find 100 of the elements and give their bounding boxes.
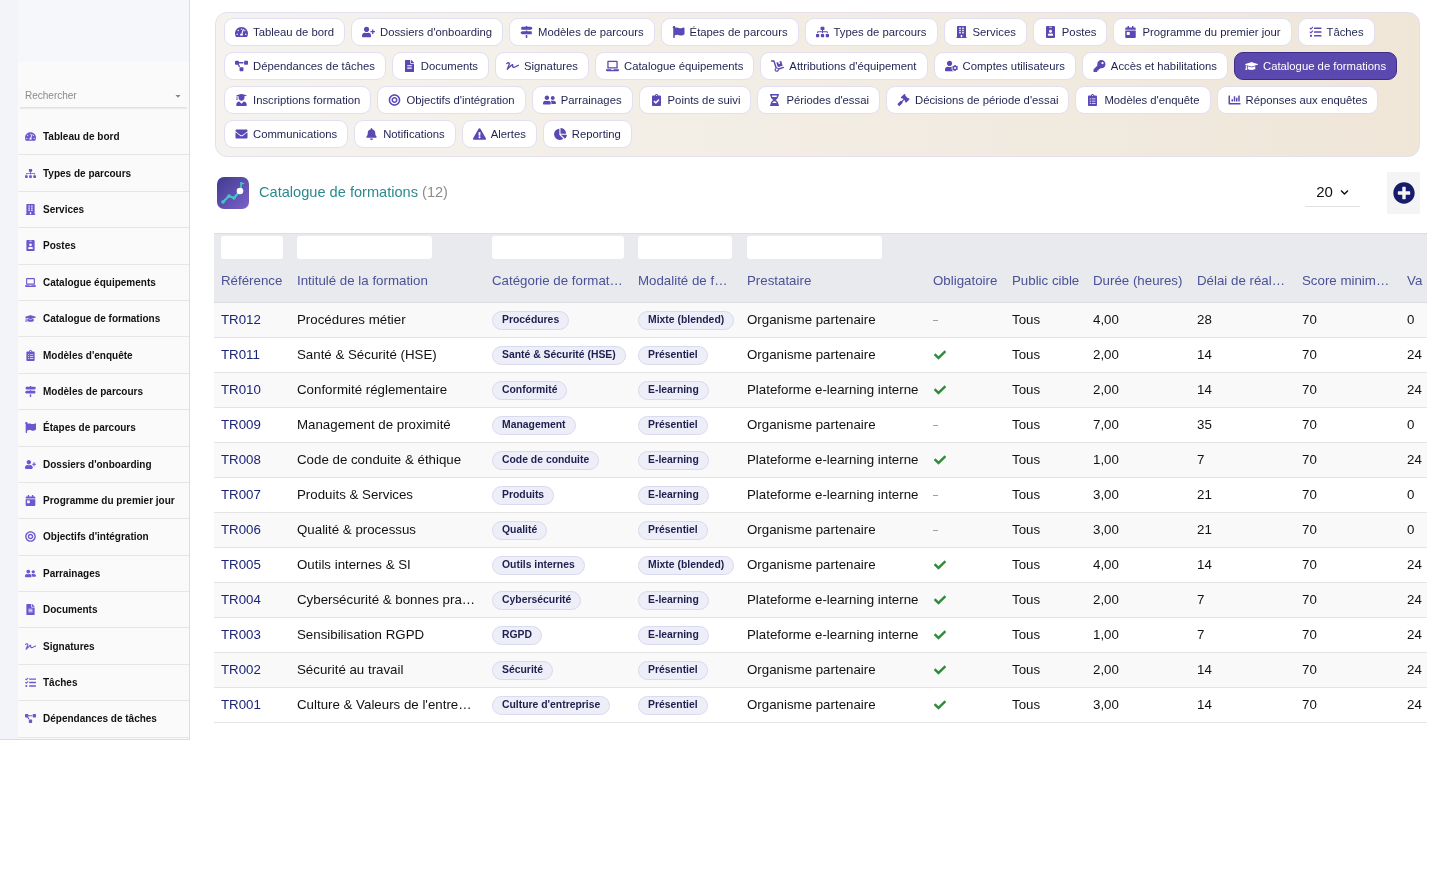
table-cell-text: Produits & Services [297, 486, 414, 505]
nav-tab[interactable]: Accès et habilitations [1081, 52, 1228, 80]
nav-tab[interactable]: Comptes utilisateurs [933, 52, 1076, 80]
table-cell-text: 2,00 [1093, 381, 1119, 400]
laptop-icon [25, 276, 36, 288]
nav-tab[interactable]: Inscriptions formation [224, 86, 372, 114]
nav-tab[interactable]: Services [943, 18, 1027, 46]
sidebar-item[interactable]: Documents [18, 592, 189, 629]
table-cell-text: 1,00 [1093, 451, 1119, 470]
nav-tab[interactable]: Modèles de parcours [509, 18, 655, 46]
search-field[interactable]: Rechercher [20, 84, 187, 108]
table-cell-text: Procédures métier [297, 311, 406, 330]
modality-tag: E-learning [638, 485, 709, 505]
sidebar-item[interactable]: Catalogue équipements [18, 264, 189, 301]
nav-tab[interactable]: Décisions de période d'essai [885, 86, 1070, 114]
add-button[interactable] [1387, 172, 1420, 214]
table-cell-text: 70 [1302, 661, 1317, 680]
sidebar-item[interactable]: Tâches [18, 664, 189, 702]
table-cell-text: Organisme partenaire [747, 416, 876, 435]
nav-tab[interactable]: Catalogue équipements [595, 52, 755, 80]
nav-tab[interactable]: Dossiers d'onboarding [351, 18, 504, 46]
modality-tag: Présentiel [638, 660, 708, 680]
nav-tab[interactable]: Documents [391, 52, 489, 80]
nav-tab[interactable]: Étapes de parcours [660, 18, 799, 46]
checklist-icon [25, 677, 36, 689]
nav-tab[interactable]: Modèles d'enquête [1075, 86, 1211, 114]
column-header[interactable]: Score minim… [1302, 270, 1390, 291]
nav-tab[interactable]: Tâches [1297, 18, 1375, 46]
reference-link[interactable]: TR012 [221, 310, 261, 330]
sidebar-item[interactable]: Modèles de parcours [18, 373, 189, 411]
table-cell-text: Qualité & processus [297, 521, 416, 540]
nav-tab[interactable]: Points de suivi [638, 86, 752, 114]
nav-tab[interactable]: Réponses aux enquêtes [1216, 86, 1379, 114]
flag-icon [25, 422, 36, 434]
sidebar-item[interactable]: Objectifs d'intégration [18, 519, 189, 556]
column-header[interactable]: Intitulé de la formation [297, 270, 428, 291]
graduation-cap-icon [1244, 60, 1258, 72]
nav-tab[interactable]: Parrainages [531, 86, 633, 114]
table-cell-text: 1,00 [1093, 626, 1119, 645]
sidebar-item[interactable]: Modèles d'enquête [18, 337, 189, 374]
signature-icon [25, 640, 36, 652]
nav-tab[interactable]: Attributions d'équipement [760, 52, 928, 80]
nav-tab[interactable]: Notifications [354, 120, 456, 148]
sidebar-item[interactable]: Programme du premier jour [18, 482, 189, 520]
nav-tab[interactable]: Programme du premier jour [1113, 18, 1292, 46]
nav-tab[interactable]: Alertes [461, 120, 537, 148]
nav-tab[interactable]: Reporting [542, 120, 632, 148]
sidebar-item[interactable]: Services [18, 191, 189, 229]
category-tag: Procédures [492, 310, 570, 330]
building-icon [954, 26, 968, 38]
nav-tab[interactable]: Communications [224, 120, 349, 148]
nav-tab[interactable]: Dépendances de tâches [224, 52, 386, 80]
page-size-select[interactable]: 20 [1305, 179, 1360, 207]
modality-tag: Mixte (blended) [638, 555, 735, 575]
document-icon [25, 604, 36, 616]
column-header[interactable]: Catégorie de format… [492, 270, 623, 291]
user-plus-icon [362, 26, 376, 38]
sidebar-item[interactable]: Signatures [18, 628, 189, 665]
graduate-icon [235, 94, 248, 106]
table-cell-text: 14 [1197, 346, 1212, 365]
reference-link[interactable]: TR006 [221, 520, 261, 540]
nav-tab[interactable]: Périodes d'essai [757, 86, 880, 114]
modality-tag: Présentiel [638, 695, 708, 715]
column-header[interactable]: Public cible [1012, 270, 1080, 291]
column-header[interactable]: Référence [221, 270, 283, 291]
reference-link[interactable]: TR005 [221, 555, 261, 575]
column-header[interactable]: Obligatoire [933, 270, 998, 291]
graduation-cap-icon [25, 313, 36, 325]
reference-link[interactable]: TR007 [221, 485, 261, 505]
column-header[interactable]: Délai de réal… [1197, 270, 1285, 291]
reference-link[interactable]: TR002 [221, 660, 261, 680]
reference-link[interactable]: TR009 [221, 415, 261, 435]
sidebar-item[interactable]: Étapes de parcours [18, 410, 189, 447]
reference-link[interactable]: TR011 [221, 345, 260, 365]
sidebar-item[interactable]: Tableau de bord [18, 119, 189, 156]
table-cell-text: 70 [1302, 486, 1317, 505]
sidebar-item[interactable]: Postes [18, 228, 189, 265]
sidebar-item[interactable]: Dépendances de tâches [18, 701, 189, 738]
nav-tab[interactable]: Types de parcours [804, 18, 938, 46]
table-cell-text: 24 [1407, 556, 1422, 575]
nav-tab[interactable]: Catalogue de formations [1233, 52, 1398, 80]
nav-tab[interactable]: Postes [1032, 18, 1108, 46]
column-header[interactable]: Prestataire [747, 270, 812, 291]
sidebar-item[interactable]: Dossiers d'onboarding [18, 446, 189, 483]
nav-tab[interactable]: Tableau de bord [224, 18, 346, 46]
table-cell-text: 24 [1407, 696, 1422, 715]
nav-tab[interactable]: Objectifs d'intégration [377, 86, 526, 114]
reference-link[interactable]: TR010 [221, 380, 261, 400]
reference-link[interactable]: TR003 [221, 625, 261, 645]
reference-link[interactable]: TR001 [221, 695, 261, 715]
sidebar-item[interactable]: Parrainages [18, 555, 189, 593]
sidebar-item[interactable]: Types de parcours [18, 155, 189, 192]
reference-link[interactable]: TR004 [221, 590, 261, 610]
column-header[interactable]: Durée (heures) [1093, 270, 1183, 291]
column-header[interactable]: Modalité de f… [638, 270, 728, 291]
reference-link[interactable]: TR008 [221, 450, 261, 470]
nav-tab[interactable]: Signatures [495, 52, 589, 80]
column-header[interactable]: Va [1407, 270, 1423, 291]
sidebar-item[interactable]: Catalogue de formations [18, 300, 189, 338]
table-cell-text: Organisme partenaire [747, 696, 876, 715]
